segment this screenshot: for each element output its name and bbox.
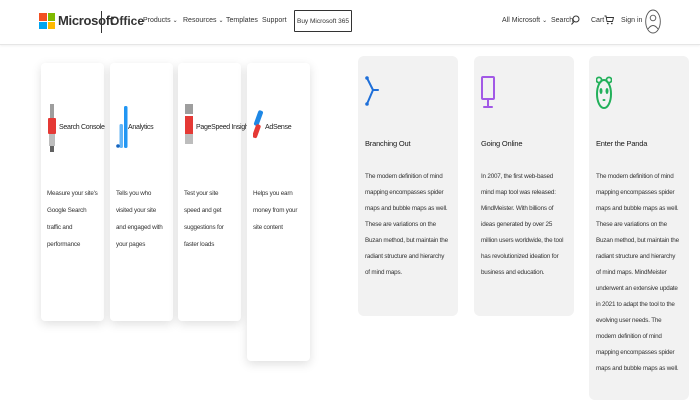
feature-text: The modern definition of mind mapping en… (365, 173, 448, 276)
feature-title: Branching Out (365, 139, 411, 148)
tool-title: AdSense (265, 124, 292, 131)
tool-card-pagespeed-insights[interactable]: PageSpeed Insights Test your site speed … (178, 63, 254, 321)
buy-microsoft-365-button[interactable]: Buy Microsoft 365 (294, 10, 352, 32)
header-divider (101, 11, 102, 33)
feature-card-enter-the-panda: Enter the Panda The modern definition of… (589, 56, 689, 400)
tool-title: PageSpeed Insights (196, 124, 254, 131)
all-microsoft-menu[interactable]: All Microsoft ⌄ (502, 17, 547, 24)
tool-description: Helps you earn money from your site cont… (253, 190, 298, 231)
search-console-icon (48, 104, 56, 152)
cart-icon[interactable] (604, 15, 614, 25)
tool-card-search-console[interactable]: Search Console Measure your site's Googl… (41, 63, 105, 321)
cart-label: Cart (591, 17, 605, 24)
nav-resources-label: Resources (183, 17, 217, 24)
nav-products[interactable]: Products ⌄ (143, 17, 178, 24)
sign-in-label: Sign in (621, 17, 643, 24)
feature-title: Going Online (481, 139, 523, 148)
tool-description: Measure your site's Google Search traffi… (47, 190, 98, 248)
panda-icon (596, 76, 612, 109)
search-icon[interactable] (571, 15, 580, 25)
sign-in-link[interactable]: Sign in (621, 17, 642, 24)
nav-support[interactable]: Support (262, 17, 287, 24)
all-microsoft-label: All Microsoft (502, 17, 541, 24)
cart-link[interactable]: Cart (591, 17, 604, 24)
microsoft-logo-icon[interactable] (39, 13, 55, 29)
office-link[interactable]: Office (110, 14, 144, 28)
tool-title: Analytics (128, 124, 154, 131)
feature-title: Enter the Panda (596, 139, 648, 148)
search-button[interactable]: Search (551, 17, 573, 24)
chevron-down-icon: ⌄ (172, 18, 178, 24)
feature-text: In 2007, the first web-based mind map to… (481, 173, 564, 276)
pagespeed-icon (185, 104, 193, 144)
adsense-icon (253, 110, 263, 139)
monitor-icon (481, 76, 495, 108)
feature-card-going-online: Going Online In 2007, the first web-base… (474, 56, 574, 316)
nav-templates[interactable]: Templates (226, 17, 258, 24)
top-navigation-bar: Microsoft Office Products ⌄ Resources ⌄ Te… (0, 0, 700, 45)
analytics-icon (116, 106, 128, 148)
nav-products-label: Products (143, 17, 171, 24)
search-label: Search (551, 17, 574, 24)
account-avatar-icon[interactable] (645, 9, 661, 34)
tool-card-adsense[interactable]: AdSense Helps you earn money from your s… (247, 63, 310, 361)
tool-card-analytics[interactable]: Analytics Tells you who visited your sit… (110, 63, 173, 321)
brand-name[interactable]: Microsoft (58, 13, 114, 28)
feature-text: The modern definition of mind mapping en… (596, 173, 679, 372)
feature-card-branching-out: Branching Out The modern definition of m… (358, 56, 458, 316)
tool-description: Test your site speed and get suggestions… (184, 190, 224, 248)
nav-resources[interactable]: Resources ⌄ (183, 17, 224, 24)
chevron-down-icon: ⌄ (218, 18, 224, 24)
chevron-down-icon: ⌄ (542, 18, 548, 24)
tool-title: Search Console (59, 124, 105, 131)
branching-icon (365, 76, 379, 106)
tool-description: Tells you who visited your site and enga… (116, 190, 163, 248)
